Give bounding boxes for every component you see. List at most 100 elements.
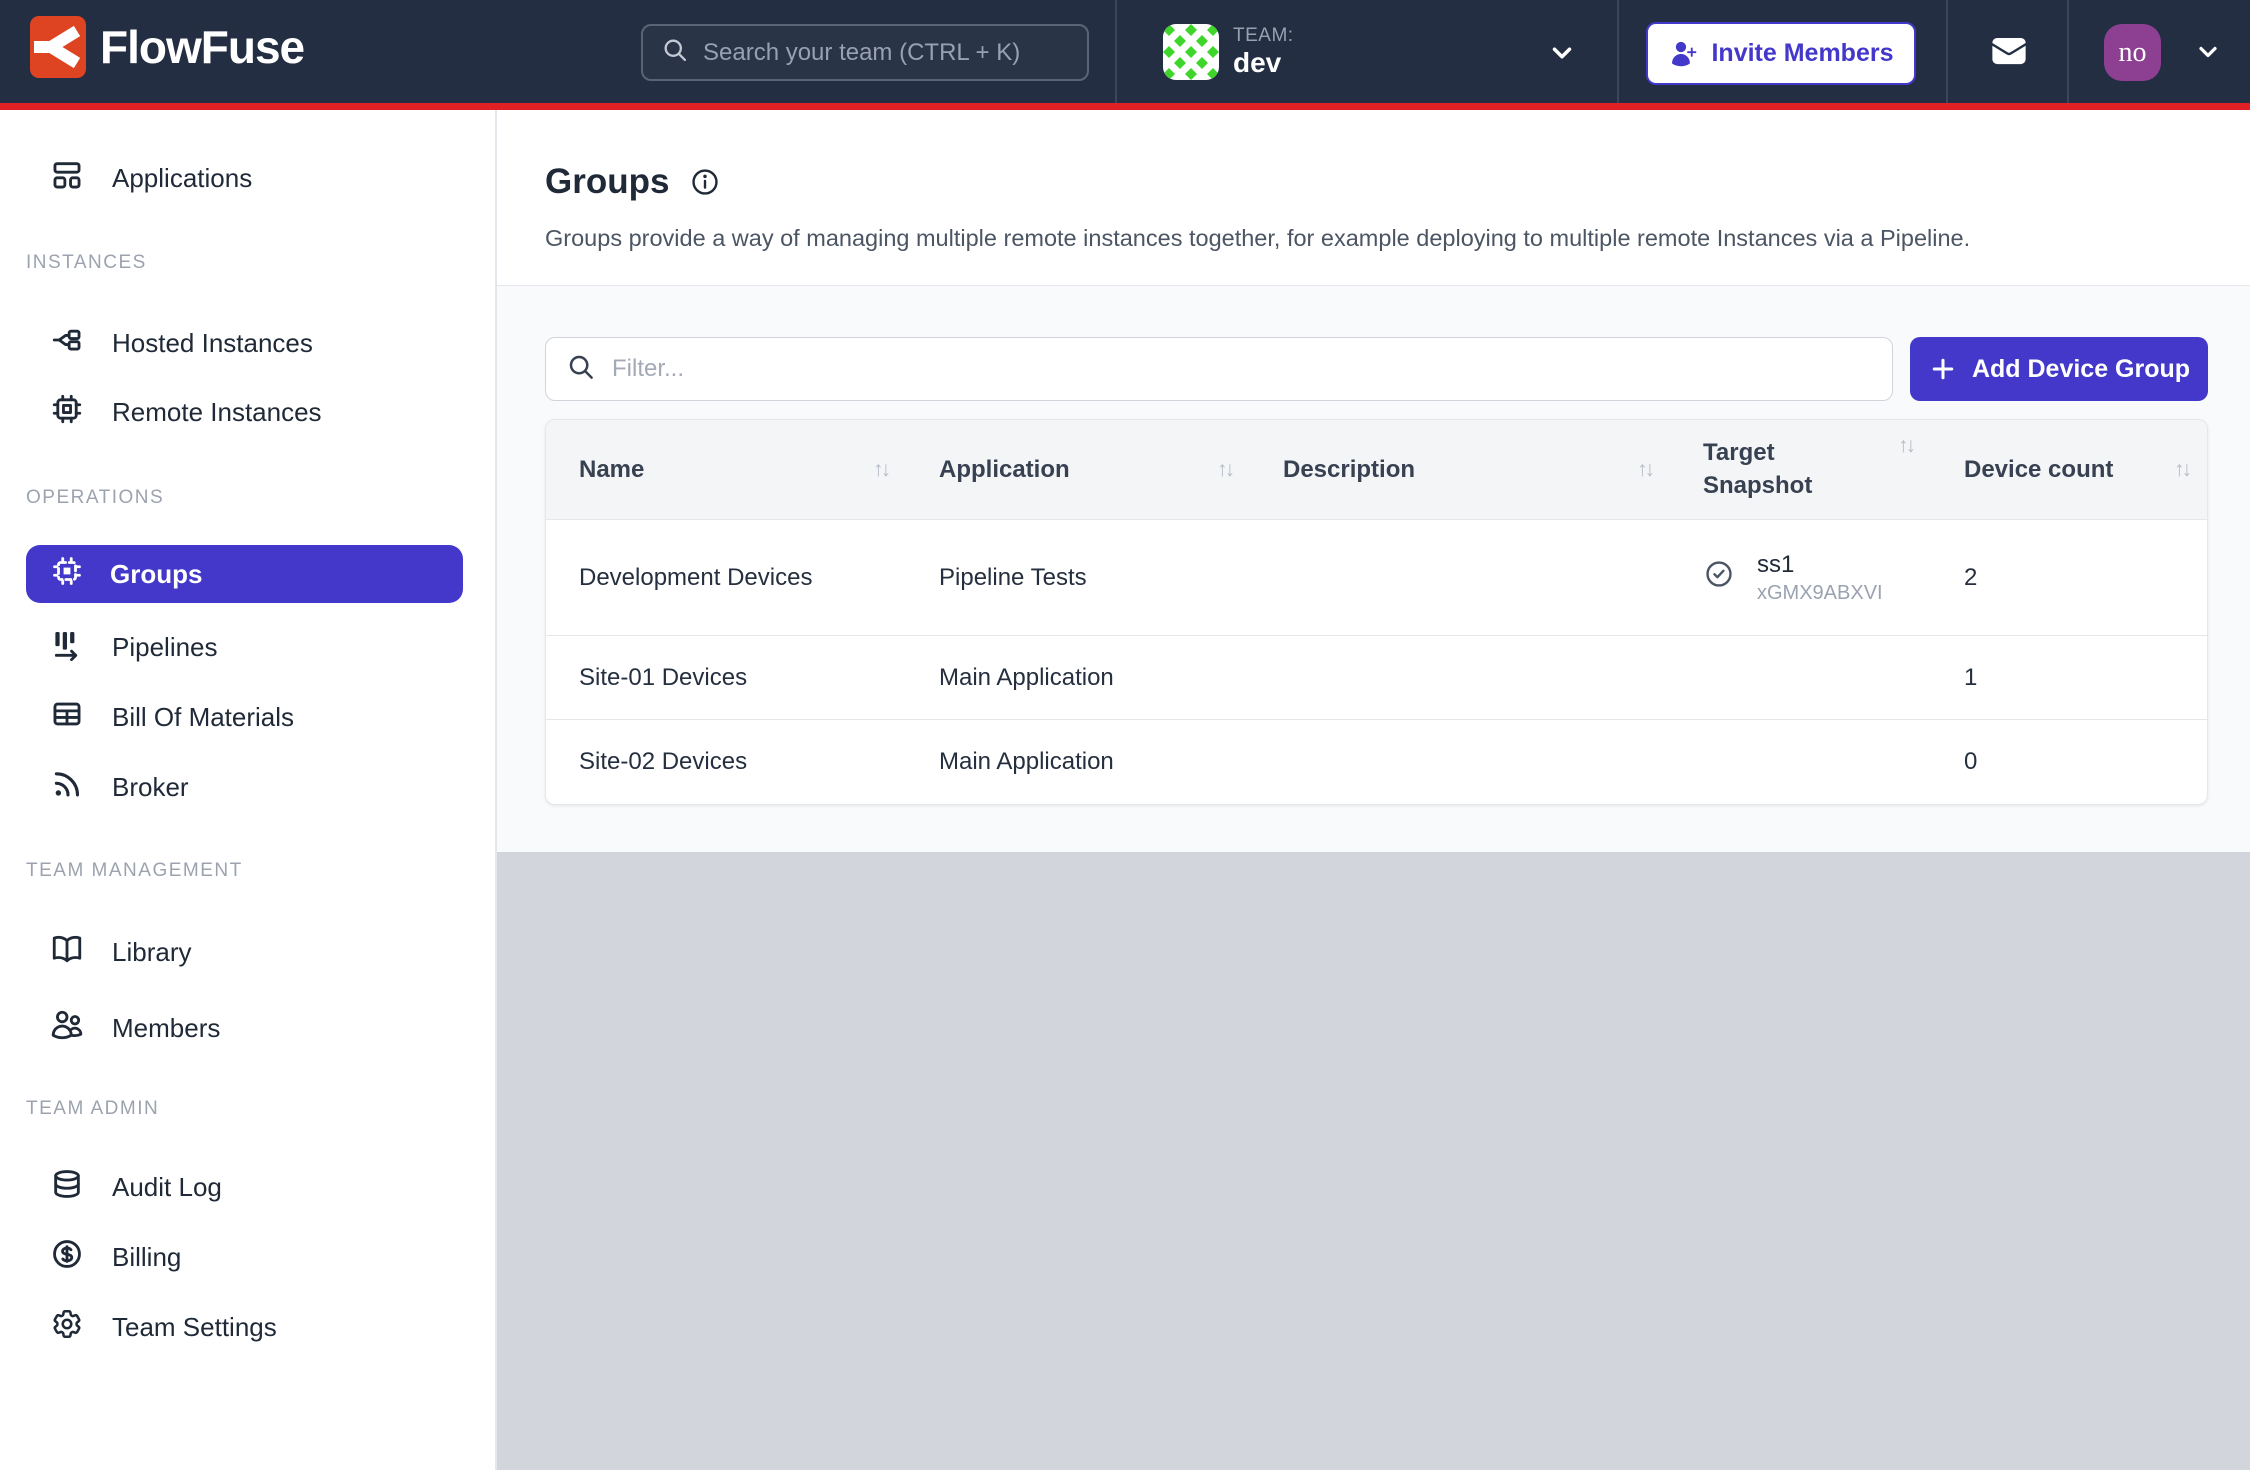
- cell-name: Site-01 Devices: [546, 636, 906, 719]
- filter-input[interactable]: [612, 355, 1872, 383]
- sidebar-item-label: Billing: [112, 1242, 181, 1273]
- search-icon: [661, 36, 689, 69]
- sidebar-section-team-management: TEAM MANAGEMENT: [26, 860, 243, 882]
- sidebar-item-label: Applications: [112, 163, 252, 194]
- table-icon: [50, 697, 84, 738]
- cell-device-count: 0: [1931, 720, 2207, 804]
- column-header-description[interactable]: Description ↑↓: [1250, 420, 1670, 519]
- sidebar-item-label: Team Settings: [112, 1312, 277, 1343]
- table-row[interactable]: Site-02 Devices Main Application 0: [546, 720, 2207, 804]
- sidebar-item-pipelines[interactable]: Pipelines: [0, 625, 495, 669]
- team-avatar: [1163, 24, 1219, 80]
- chevron-down-icon: [2194, 38, 2222, 71]
- cell-target-snapshot: [1670, 720, 1931, 804]
- team-search: [641, 24, 1089, 81]
- sidebar-section-instances: INSTANCES: [26, 252, 147, 274]
- column-header-application[interactable]: Application ↑↓: [906, 420, 1250, 519]
- table-row[interactable]: Site-01 Devices Main Application 1: [546, 636, 2207, 720]
- team-name: dev: [1233, 47, 1281, 79]
- sidebar-item-hosted-instances[interactable]: Hosted Instances: [0, 321, 495, 365]
- sidebar-item-groups[interactable]: Groups: [26, 545, 463, 603]
- cell-description: [1250, 636, 1670, 719]
- sort-icon: ↑↓: [2174, 458, 2189, 482]
- currency-dollar-icon: [50, 1237, 84, 1278]
- sidebar-item-members[interactable]: Members: [0, 1006, 495, 1050]
- header-divider: [1617, 0, 1619, 103]
- sort-icon: ↑↓: [1898, 434, 1913, 458]
- pipelines-icon: [50, 627, 84, 668]
- sidebar-item-label: Bill Of Materials: [112, 702, 294, 733]
- sidebar-item-library[interactable]: Library: [0, 930, 495, 974]
- plus-icon: [1928, 354, 1958, 384]
- notifications-button[interactable]: [1969, 23, 2049, 83]
- cell-name: Site-02 Devices: [546, 720, 906, 804]
- sidebar-item-label: Broker: [112, 772, 189, 803]
- column-header-name[interactable]: Name ↑↓: [546, 420, 906, 519]
- invite-members-button[interactable]: Invite Members: [1646, 22, 1916, 85]
- sidebar-item-billing[interactable]: Billing: [0, 1235, 495, 1279]
- filter-row: Add Device Group: [545, 337, 2208, 401]
- column-header-target-snapshot[interactable]: Target Snapshot ↑↓: [1670, 420, 1931, 519]
- content-background: [497, 852, 2250, 1470]
- device-groups-table: Name ↑↓ Application ↑↓ Description ↑↓ Ta…: [545, 419, 2208, 805]
- team-label: TEAM:: [1233, 25, 1294, 47]
- envelope-icon: [1987, 32, 2031, 75]
- hosted-instances-icon: [50, 323, 84, 364]
- sidebar-item-label: Audit Log: [112, 1172, 222, 1203]
- sidebar-item-applications[interactable]: Applications: [0, 156, 495, 200]
- table-row[interactable]: Development Devices Pipeline Tests ss1 x…: [546, 520, 2207, 636]
- sidebar-section-operations: OPERATIONS: [26, 487, 164, 509]
- cell-target-snapshot: ss1 xGMX9ABXVI: [1670, 520, 1931, 635]
- cell-description: [1250, 720, 1670, 804]
- flowfuse-logo[interactable]: FlowFuse: [30, 15, 304, 79]
- flowfuse-app: FlowFuse: [0, 0, 2250, 1470]
- sidebar-item-broker[interactable]: Broker: [0, 765, 495, 809]
- check-circle-icon: [1703, 558, 1735, 597]
- sidebar-section-team-admin: TEAM ADMIN: [26, 1098, 159, 1120]
- main-content: Groups Groups provide a way of managing …: [497, 110, 2250, 1470]
- header-divider: [2067, 0, 2069, 103]
- user-plus-icon: [1668, 39, 1698, 69]
- cell-application: Main Application: [906, 636, 1250, 719]
- sidebar-item-label: Library: [112, 937, 191, 968]
- sidebar-item-bill-of-materials[interactable]: Bill Of Materials: [0, 695, 495, 739]
- sidebar-item-remote-instances[interactable]: Remote Instances: [0, 390, 495, 434]
- cpu-chip-icon: [50, 392, 84, 433]
- table-header-row: Name ↑↓ Application ↑↓ Description ↑↓ Ta…: [546, 420, 2207, 520]
- sidebar-item-label: Pipelines: [112, 632, 218, 663]
- cell-name: Development Devices: [546, 520, 906, 635]
- add-device-group-button[interactable]: Add Device Group: [1910, 337, 2208, 401]
- header-divider: [1946, 0, 1948, 103]
- snapshot-id: xGMX9ABXVI: [1757, 582, 1883, 605]
- sidebar-item-audit-log[interactable]: Audit Log: [0, 1165, 495, 1209]
- filter-box: [545, 337, 1893, 401]
- sort-icon: ↑↓: [1217, 458, 1232, 482]
- brand-title: FlowFuse: [100, 20, 304, 74]
- flowfuse-logo-icon: [30, 15, 86, 79]
- cell-target-snapshot: [1670, 636, 1931, 719]
- cell-device-count: 2: [1931, 520, 2207, 635]
- snapshot-name: ss1: [1757, 551, 1883, 579]
- rss-icon: [50, 767, 84, 808]
- gear-icon: [50, 1307, 84, 1348]
- invite-members-label: Invite Members: [1711, 39, 1893, 68]
- cell-application: Main Application: [906, 720, 1250, 804]
- sidebar-item-label: Hosted Instances: [112, 328, 313, 359]
- search-icon: [566, 352, 596, 387]
- column-header-device-count[interactable]: Device count ↑↓: [1931, 420, 2207, 519]
- top-navbar: FlowFuse: [0, 0, 2250, 103]
- chevron-down-icon: [1547, 38, 1577, 73]
- user-menu[interactable]: no: [2090, 0, 2250, 103]
- info-icon[interactable]: [689, 166, 721, 198]
- sidebar-item-label: Remote Instances: [112, 397, 322, 428]
- sidebar-item-team-settings[interactable]: Team Settings: [0, 1305, 495, 1349]
- team-search-input[interactable]: [703, 39, 1069, 67]
- header-accent-line: [0, 103, 2250, 110]
- page-title-row: Groups: [545, 162, 721, 202]
- database-icon: [50, 1167, 84, 1208]
- sidebar-item-label: Members: [112, 1013, 220, 1044]
- book-open-icon: [50, 932, 84, 973]
- team-selector[interactable]: TEAM: dev: [1115, 0, 1617, 103]
- cell-application: Pipeline Tests: [906, 520, 1250, 635]
- sidebar-item-label: Groups: [110, 559, 202, 590]
